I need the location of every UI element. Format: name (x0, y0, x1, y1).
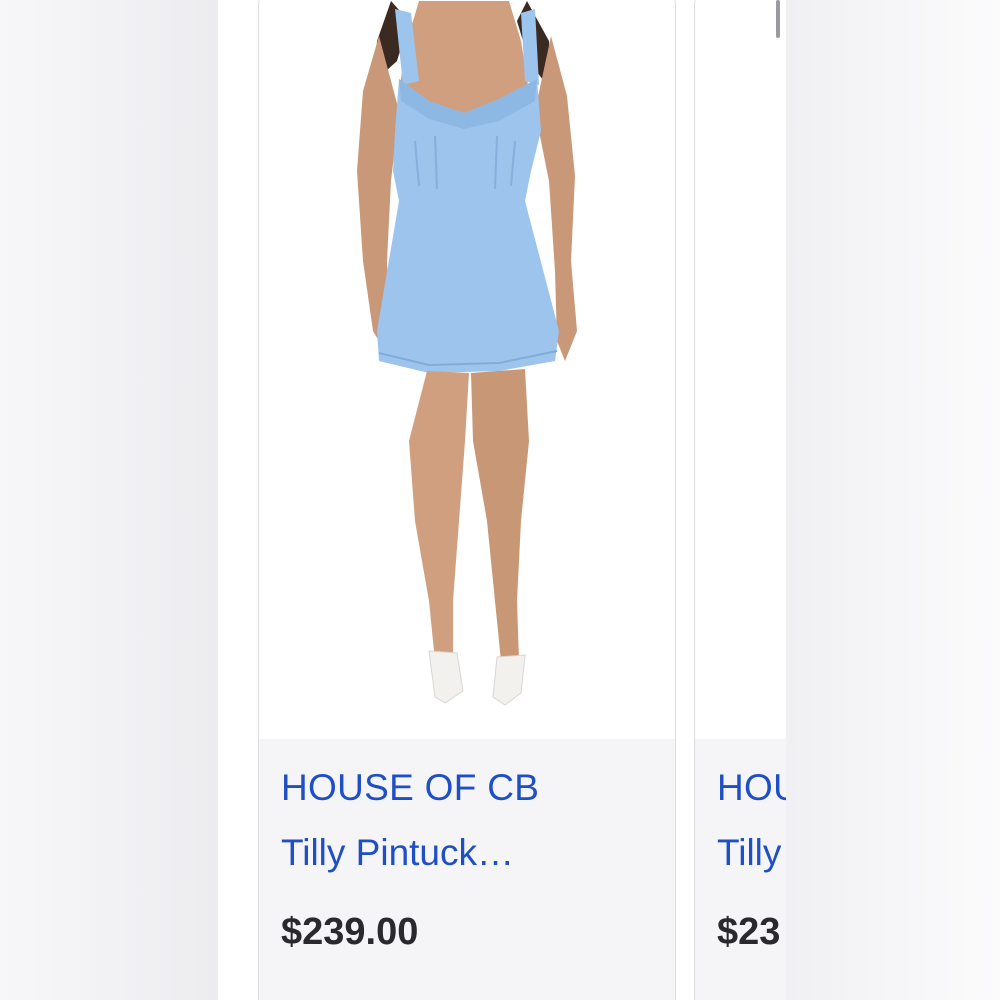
product-title-link[interactable]: Tilly Pintuck… (281, 832, 514, 874)
product-brand-link[interactable]: HOUSE OF CB (281, 767, 539, 809)
scroll-indicator (776, 0, 780, 38)
blurred-background-left (0, 0, 218, 1000)
blurred-background-right (786, 0, 1000, 1000)
product-price-next: $23 (717, 911, 781, 953)
product-image-next[interactable] (695, 0, 786, 739)
product-card[interactable]: HOUSE OF CB Tilly Pintuck… $239.00 (258, 0, 676, 1000)
product-title-link-next[interactable]: Tilly (717, 832, 781, 874)
product-price: $239.00 (281, 911, 419, 953)
product-photo-model (357, 1, 577, 706)
product-image[interactable] (259, 0, 675, 739)
product-carousel[interactable]: HOUSE OF CB Tilly Pintuck… $239.00 HOU T… (218, 0, 786, 1000)
product-card-next[interactable]: HOU Tilly $23 (694, 0, 786, 1000)
product-brand-link-next[interactable]: HOU (717, 767, 786, 809)
